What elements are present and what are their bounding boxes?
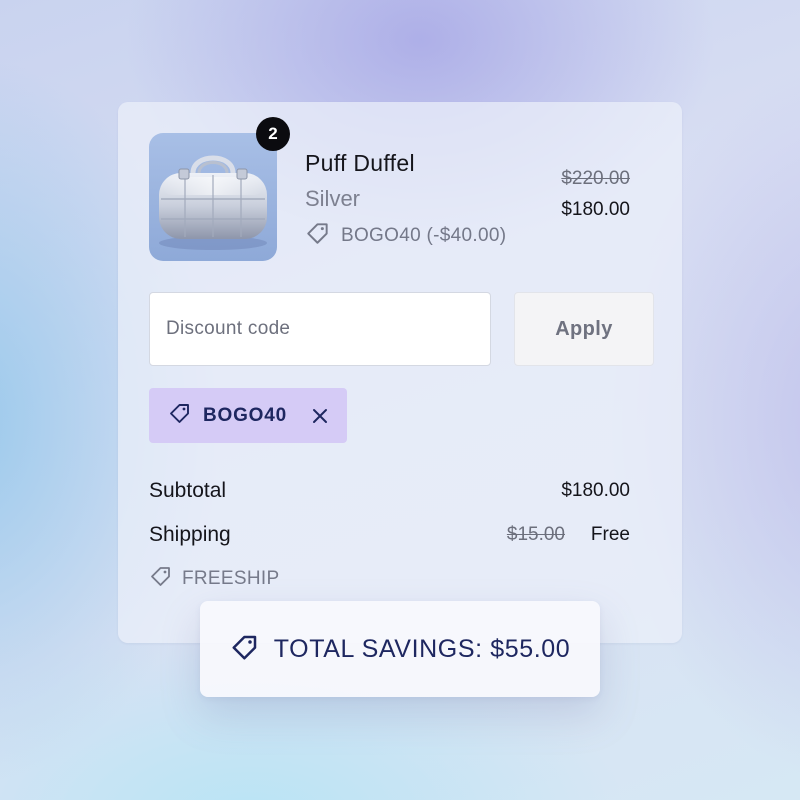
subtotal-label: Subtotal <box>149 479 227 502</box>
shipping-discount-code: FREESHIP <box>182 568 280 589</box>
original-price: $220.00 <box>561 168 630 189</box>
tag-icon <box>230 632 260 667</box>
shipping-value: Free <box>590 524 630 545</box>
applied-discount-code: BOGO40 <box>203 404 287 426</box>
shipping-original-price: $15.00 <box>506 524 565 545</box>
subtotal-value: $180.00 <box>561 480 630 501</box>
discount-code-input[interactable] <box>149 292 491 366</box>
total-savings-banner: TOTAL SAVINGS: $55.00 <box>200 601 600 697</box>
product-discount-text: BOGO40 (-$40.00) <box>341 225 507 246</box>
tag-icon <box>168 401 192 430</box>
checkout-card: 2 Puff Duffel Silver BOGO40 (-$40.00) $2… <box>118 102 682 643</box>
tag-icon <box>305 220 331 252</box>
tag-icon <box>149 564 173 594</box>
total-savings-text: TOTAL SAVINGS: $55.00 <box>273 634 571 663</box>
final-price: $180.00 <box>561 199 630 220</box>
product-name: Puff Duffel <box>305 150 415 176</box>
product-image <box>149 133 277 261</box>
applied-discount-chip: BOGO40 <box>149 388 347 443</box>
product-variant: Silver <box>305 186 361 211</box>
quantity-badge: 2 <box>256 117 290 151</box>
product-discount-line: BOGO40 (-$40.00) <box>305 220 506 252</box>
shipping-discount-line: FREESHIP <box>149 564 279 594</box>
apply-button[interactable]: Apply <box>514 292 654 366</box>
close-icon[interactable] <box>309 405 331 427</box>
shipping-label: Shipping <box>149 523 231 546</box>
